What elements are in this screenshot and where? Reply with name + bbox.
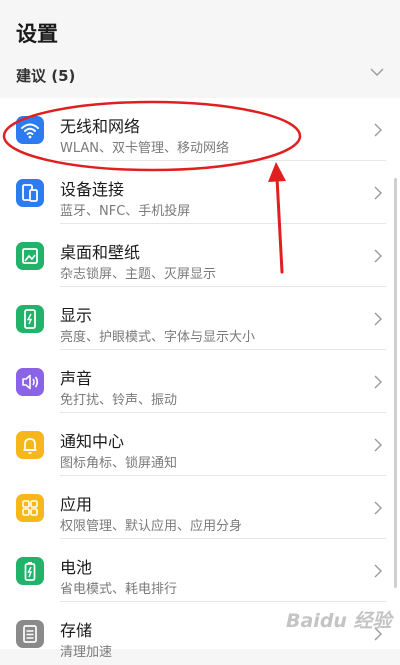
- settings-item-wallpaper[interactable]: 桌面和壁纸 杂志锁屏、主题、灭屏显示: [0, 224, 400, 287]
- settings-item-sound[interactable]: 声音 免打扰、铃声、振动: [0, 350, 400, 413]
- battery-icon: [16, 557, 44, 585]
- chevron-right-icon: [374, 501, 382, 515]
- item-subtitle: 杂志锁屏、主题、灭屏显示: [60, 267, 217, 282]
- item-title: 通知中心: [60, 432, 125, 451]
- item-title: 设备连接: [60, 180, 125, 199]
- item-subtitle: 免打扰、铃声、振动: [60, 393, 178, 408]
- chevron-right-icon: [374, 312, 382, 326]
- chevron-right-icon: [374, 249, 382, 263]
- item-subtitle: 清理加速: [60, 645, 113, 660]
- settings-item-notification[interactable]: 通知中心 图标角标、锁屏通知: [0, 413, 400, 476]
- chevron-right-icon: [374, 375, 382, 389]
- bell-icon: [16, 431, 44, 459]
- chevron-right-icon: [374, 123, 382, 137]
- settings-item-apps[interactable]: 应用 权限管理、默认应用、应用分身: [0, 476, 400, 539]
- settings-item-wireless[interactable]: 无线和网络 WLAN、双卡管理、移动网络: [0, 98, 400, 161]
- wallpaper-icon: [16, 242, 44, 270]
- scrollbar[interactable]: [394, 178, 397, 588]
- apps-icon: [16, 494, 44, 522]
- suggestions-label: 建议 (5): [16, 67, 76, 85]
- sound-icon: [16, 368, 44, 396]
- header: 设置 建议 (5): [0, 0, 400, 100]
- storage-icon: [16, 620, 44, 648]
- chevron-right-icon: [374, 564, 382, 578]
- item-title: 声音: [60, 369, 93, 388]
- chevron-down-icon[interactable]: [369, 64, 385, 80]
- item-title: 应用: [60, 495, 93, 514]
- item-subtitle: 省电模式、耗电排行: [60, 582, 178, 597]
- settings-list: 无线和网络 WLAN、双卡管理、移动网络 设备连接 蓝牙、NFC、手机投屏 桌面…: [0, 98, 400, 660]
- watermark: Baidu 经验: [286, 610, 392, 632]
- page-title: 设置: [16, 22, 58, 46]
- chevron-right-icon: [374, 438, 382, 452]
- item-title: 存储: [60, 621, 93, 640]
- settings-item-display[interactable]: 显示 亮度、护眼模式、字体与显示大小: [0, 287, 400, 350]
- item-title: 桌面和壁纸: [60, 243, 141, 262]
- item-subtitle: 亮度、护眼模式、字体与显示大小: [60, 330, 256, 345]
- display-icon: [16, 305, 44, 333]
- settings-item-battery[interactable]: 电池 省电模式、耗电排行: [0, 539, 400, 602]
- item-subtitle: 图标角标、锁屏通知: [60, 456, 178, 471]
- item-title: 电池: [60, 558, 93, 577]
- wifi-icon: [16, 116, 44, 144]
- suggestions-row[interactable]: 建议 (5): [0, 58, 400, 92]
- device-connect-icon: [16, 179, 44, 207]
- item-title: 显示: [60, 306, 93, 325]
- item-subtitle: 权限管理、默认应用、应用分身: [60, 519, 243, 534]
- item-title: 无线和网络: [60, 117, 141, 136]
- item-subtitle: 蓝牙、NFC、手机投屏: [60, 204, 191, 219]
- chevron-right-icon: [374, 186, 382, 200]
- item-subtitle: WLAN、双卡管理、移动网络: [60, 141, 230, 156]
- settings-item-device-connect[interactable]: 设备连接 蓝牙、NFC、手机投屏: [0, 161, 400, 224]
